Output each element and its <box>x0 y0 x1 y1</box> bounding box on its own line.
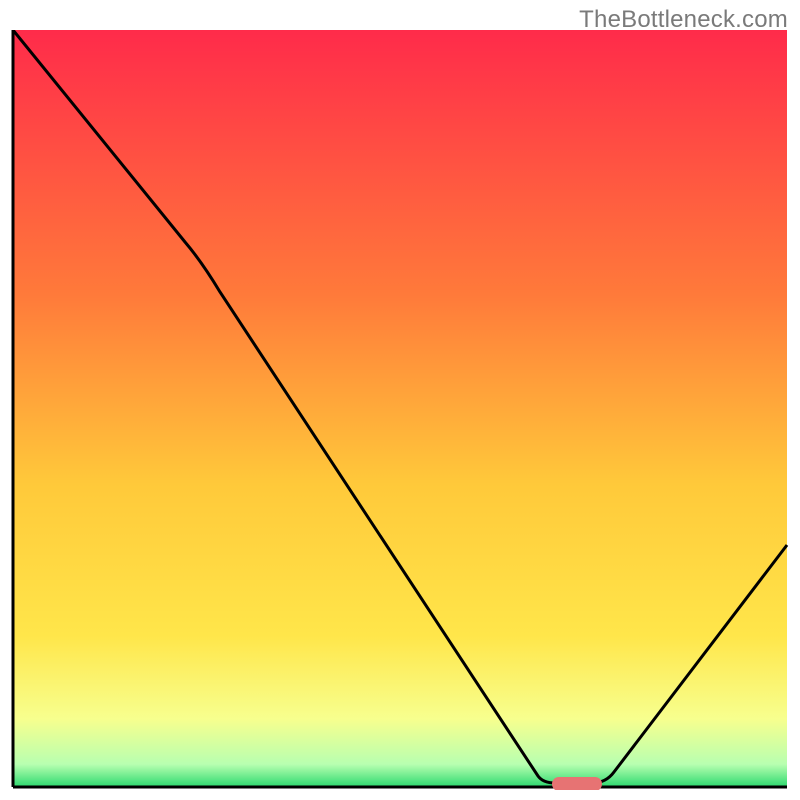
plot-area <box>10 30 790 790</box>
chart-svg <box>10 30 790 790</box>
gradient-background <box>13 30 787 787</box>
chart-frame: TheBottleneck.com <box>0 0 800 800</box>
optimal-point-marker <box>552 777 602 790</box>
